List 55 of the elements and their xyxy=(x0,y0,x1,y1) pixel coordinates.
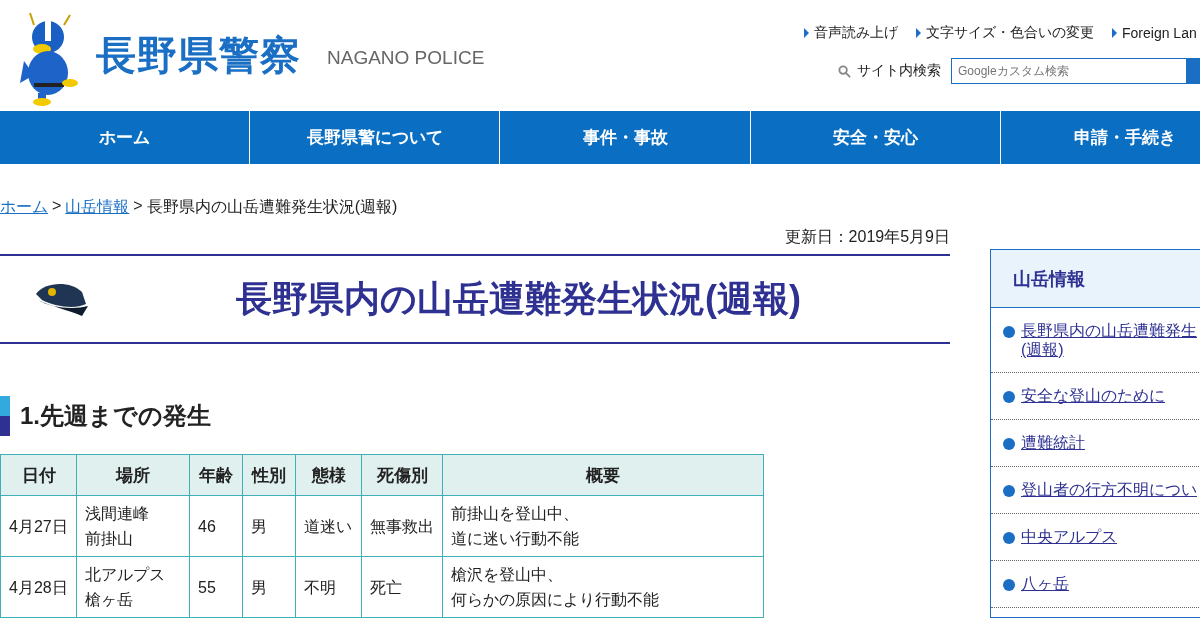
column-header: 日付 xyxy=(0,454,77,496)
breadcrumb-separator: > xyxy=(133,197,143,216)
sidebar-link[interactable]: 八ヶ岳 xyxy=(1021,574,1069,593)
table-cell: 死亡 xyxy=(361,556,443,618)
breadcrumb-link[interactable]: 山岳情報 xyxy=(65,197,130,218)
column-header: 概要 xyxy=(442,454,764,496)
sidebar-heading: 山岳情報 xyxy=(991,250,1200,308)
utility-link[interactable]: 音声読み上げ xyxy=(804,24,898,42)
bullet-icon xyxy=(1003,391,1015,403)
table-cell: 46 xyxy=(189,495,243,557)
sidebar-link[interactable]: 遭難統計 xyxy=(1021,433,1085,452)
table-cell: 道迷い xyxy=(295,495,362,557)
site-subtitle: NAGANO POLICE xyxy=(327,46,485,69)
bullet-icon xyxy=(1003,532,1015,544)
table-cell: 男 xyxy=(242,495,296,557)
bullet-icon xyxy=(1003,485,1015,497)
search-field[interactable]: Googleカスタム検索 xyxy=(951,58,1187,84)
nav-tab[interactable]: 長野県警について xyxy=(250,111,500,164)
table-cell: 浅間連峰 前掛山 xyxy=(76,495,190,557)
nav-tab[interactable]: 安全・安心 xyxy=(750,111,1000,164)
sidebar-link[interactable]: 登山者の行方不明につい xyxy=(1021,480,1197,499)
utility-link[interactable]: Foreign Lan xyxy=(1112,24,1197,42)
table-cell: 4月27日 xyxy=(0,495,77,557)
sidebar-link[interactable]: 長野県内の山岳遭難発生 (週報) xyxy=(1021,321,1197,359)
updated-date: 更新日：2019年5月9日 xyxy=(784,228,950,245)
table-cell: 槍沢を登山中、 何らかの原因により行動不能 xyxy=(442,556,764,618)
bullet-icon xyxy=(1003,438,1015,450)
sidebar-link[interactable]: 中央アルプス xyxy=(1021,527,1117,546)
breadcrumb-current: 長野県内の山岳遭難発生状況(週報) xyxy=(146,197,398,217)
nav-tab[interactable]: 事件・事故 xyxy=(500,111,750,164)
nav-tab[interactable]: 申請・手続き xyxy=(1000,111,1200,164)
search-icon xyxy=(838,64,851,78)
breadcrumb-link[interactable]: ホーム xyxy=(0,197,48,218)
site-logo-text[interactable]: 長野県警察 xyxy=(96,28,301,83)
table-cell: 北アルプス 槍ヶ岳 xyxy=(76,556,190,618)
table-cell: 男 xyxy=(242,556,296,618)
column-header: 性別 xyxy=(242,454,296,496)
column-header: 態様 xyxy=(295,454,362,496)
table-cell: 不明 xyxy=(295,556,362,618)
table-cell: 前掛山を登山中、 道に迷い行動不能 xyxy=(442,495,764,557)
search-label: サイト内検索 xyxy=(857,62,941,80)
breadcrumb-separator: > xyxy=(52,197,62,216)
section-heading: 1.先週までの発生 xyxy=(0,396,950,436)
table-cell: 無事救出 xyxy=(361,495,443,557)
column-header: 場所 xyxy=(76,454,190,496)
table-cell: 4月28日 xyxy=(0,556,77,618)
column-header: 年齢 xyxy=(189,454,243,496)
bullet-icon xyxy=(1003,579,1015,591)
table-cell: 55 xyxy=(189,556,243,618)
utility-link[interactable]: 文字サイズ・色合いの変更 xyxy=(916,24,1094,42)
sidebar-link[interactable]: 安全な登山のために xyxy=(1021,386,1165,405)
column-header: 死傷別 xyxy=(361,454,443,496)
bullet-icon xyxy=(1003,326,1015,338)
nav-tab[interactable]: ホーム xyxy=(0,111,250,164)
page-title: 長野県内の山岳遭難発生状況(週報) xyxy=(236,276,801,321)
